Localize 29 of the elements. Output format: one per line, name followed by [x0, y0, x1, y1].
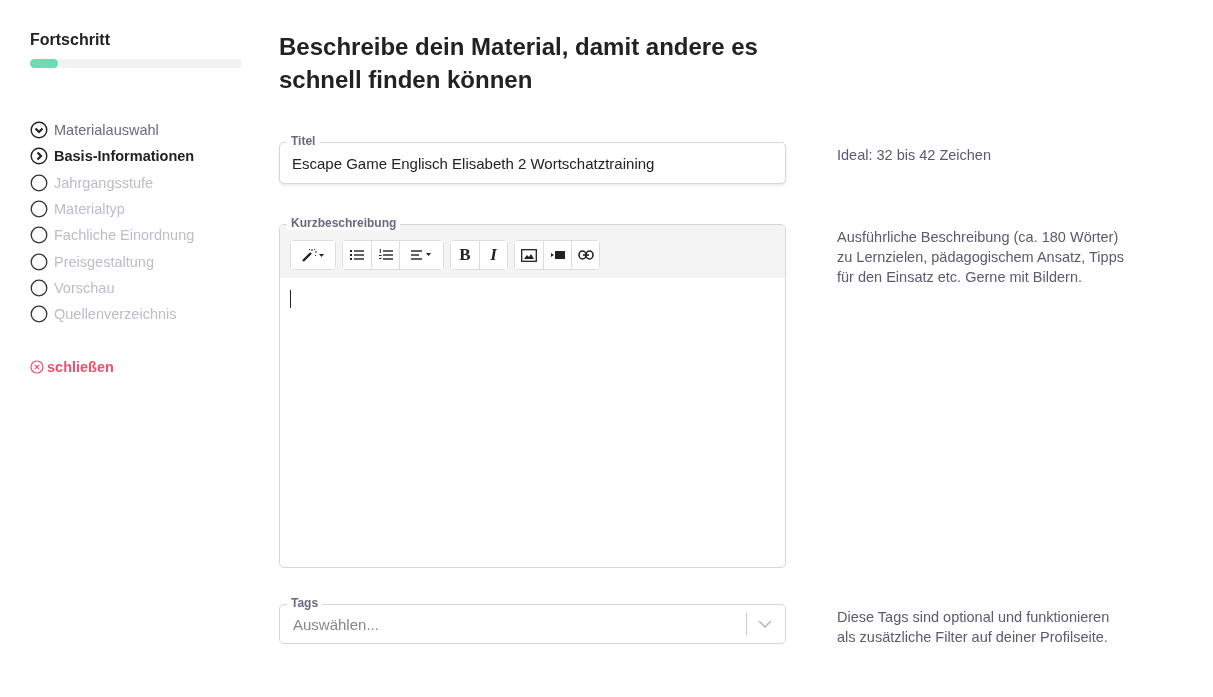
hint-text: Diese Tags sind optional und funktionieren als zusätzliche Filter auf deiner Profilseite.	[837, 608, 1111, 647]
bullet-list-icon	[350, 249, 364, 261]
step-label[interactable]: Jahrgangsstufe	[54, 174, 154, 191]
page-heading: Beschreibe dein Material, damit andere es schnell finden können	[279, 32, 759, 95]
hint-text: Ausführliche Beschreibung (ca. 180 Wörter) zu Lernzielen, pädagogischem Ansatz, Tipps für den Einsatz etc. Gerne mit Bildern.	[837, 228, 1125, 287]
video-icon	[550, 250, 565, 260]
align-dropdown-button[interactable]	[399, 241, 443, 269]
align-left-icon	[410, 249, 433, 261]
step-label[interactable]: Preisgestaltung	[54, 253, 154, 270]
progress-title: Fortschritt	[30, 30, 111, 50]
step-label[interactable]: Materialtyp	[54, 201, 125, 218]
style-dropdown-button[interactable]	[291, 241, 335, 269]
step-label[interactable]: Materialauswahl	[54, 122, 159, 139]
close-circle-icon	[30, 360, 44, 375]
step-label[interactable]: Vorschau	[54, 279, 115, 296]
field-label: Tags	[287, 596, 323, 610]
image-icon	[521, 248, 537, 262]
step-label[interactable]: Fachliche Einordnung	[54, 227, 195, 244]
italic-button[interactable]: I	[479, 241, 507, 269]
link-icon	[577, 250, 594, 260]
hint-text: Ideal: 32 bis 42 Zeichen	[837, 146, 992, 165]
magic-wand-icon	[301, 248, 325, 262]
close-link[interactable]: schließen	[30, 359, 114, 376]
step-label[interactable]: Quellenverzeichnis	[54, 306, 177, 323]
step-label[interactable]: Basis-Informationen	[54, 148, 195, 165]
field-label: Kurzbeschreibung	[287, 216, 401, 230]
numbered-list-icon	[378, 249, 393, 261]
link-button[interactable]	[571, 241, 599, 269]
text-cursor	[290, 290, 291, 308]
